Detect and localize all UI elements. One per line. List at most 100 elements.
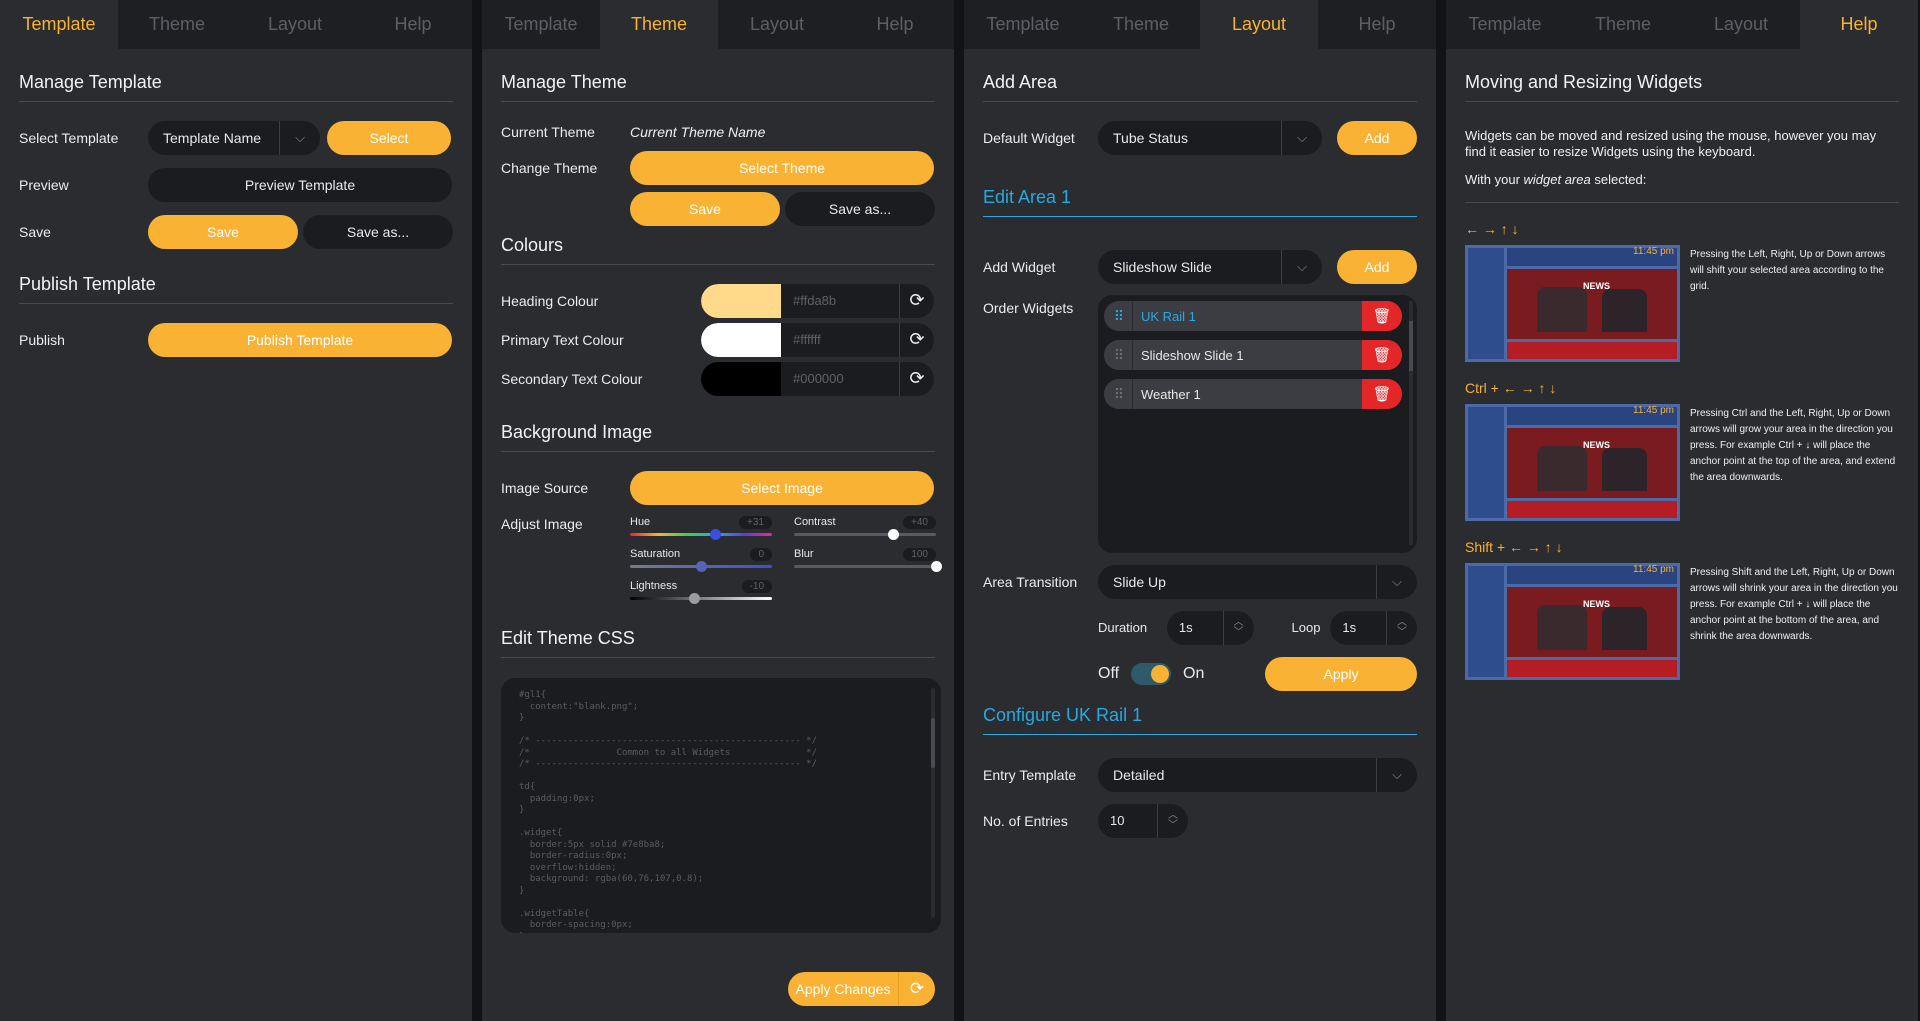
tab-layout[interactable]: Layout [718,0,836,49]
stepper-arrows-icon[interactable]: ︿ ﹀ [1157,803,1188,838]
slider-knob[interactable] [688,593,700,604]
tab-bar: Template Theme Layout Help [1446,0,1918,49]
save-button[interactable]: Save [148,214,298,249]
theme-save-button[interactable]: Save [630,191,780,226]
tab-template[interactable]: Template [0,0,118,49]
primary-text-colour-picker[interactable]: #ffffff ⟳ [701,322,934,357]
add-widget-button[interactable]: Add [1337,249,1417,284]
apply-button[interactable]: Apply [1265,656,1417,691]
template-panel: Template Theme Layout Help Manage Templa… [0,0,472,1021]
screenshot-image: 11:45 pm NEWS [1465,404,1680,521]
save-as-button[interactable]: Save as... [303,214,453,249]
css-editor[interactable]: #gl1{ content:"blank.png"; } /* --------… [501,678,941,933]
tab-theme[interactable]: Theme [600,0,718,49]
tab-theme[interactable]: Theme [118,0,236,49]
tab-help[interactable]: Help [1800,0,1918,49]
template-dropdown[interactable]: Template Name ⌵ [148,120,320,155]
tab-theme[interactable]: Theme [1082,0,1200,49]
hue-slider[interactable]: Hue +31 [630,516,772,544]
loop-stepper[interactable]: 1s ︿ ﹀ [1330,610,1417,645]
add-area-button[interactable]: Add [1337,120,1417,155]
area-transition-dropdown[interactable]: Slide Up ⌵ [1098,564,1417,599]
tab-layout[interactable]: Layout [1200,0,1318,49]
slider-label: Hue [630,516,651,528]
colour-hex[interactable]: #ffda8b [781,284,899,318]
tab-help[interactable]: Help [354,0,472,49]
list-item[interactable]: ⠿ Weather 1 🗑 [1104,379,1402,409]
tab-template[interactable]: Template [964,0,1082,49]
theme-panel: Template Theme Layout Help Manage Theme … [482,0,954,1021]
help-item: 11:45 pm NEWS Pressing the Left, Right, U… [1465,245,1899,362]
scrollbar[interactable] [931,688,935,918]
tab-template[interactable]: Template [1446,0,1564,49]
list-item[interactable]: ⠿ UK Rail 1 🗑 [1104,301,1402,331]
select-image-button[interactable]: Select Image [630,470,934,505]
tab-template[interactable]: Template [482,0,600,49]
theme-save-as-button[interactable]: Save as... [785,191,935,226]
stepper-arrows-icon[interactable]: ︿ ﹀ [1386,610,1417,645]
apply-changes-button[interactable]: Apply Changes [788,972,898,1006]
css-code[interactable]: #gl1{ content:"blank.png"; } /* --------… [519,690,817,933]
colour-swatch[interactable] [701,283,781,318]
tab-layout[interactable]: Layout [236,0,354,49]
heading-colour-picker[interactable]: #ffda8b ⟳ [701,283,934,318]
edit-theme-css-title: Edit Theme CSS [501,628,935,658]
order-widgets-label: Order Widgets [983,300,1074,316]
loop-toggle[interactable] [1131,662,1172,685]
duration-stepper[interactable]: 1s ︿ ﹀ [1166,610,1254,645]
lightness-slider[interactable]: Lightness -10 [630,580,772,608]
blur-slider[interactable]: Blur 100 [794,548,942,576]
reset-icon[interactable]: ⟳ [899,322,934,357]
slider-knob[interactable] [888,529,900,540]
key-combo: Ctrl + ← → ↑ ↓ [1465,380,1557,396]
secondary-text-colour-picker[interactable]: #000000 ⟳ [701,361,934,396]
drag-handle-icon[interactable]: ⠿ [1104,308,1132,325]
select-theme-button[interactable]: Select Theme [630,150,934,185]
trash-icon[interactable]: 🗑 [1362,340,1402,370]
entries-stepper[interactable]: 10 ︿ ﹀ [1098,803,1188,838]
stepper-value[interactable]: 10 [1110,813,1124,828]
trash-icon[interactable]: 🗑 [1362,379,1402,409]
trash-icon[interactable]: 🗑 [1362,301,1402,331]
colours-title: Colours [501,235,935,265]
widget-name[interactable]: UK Rail 1 [1132,301,1362,331]
news-logo: NEWS [1583,440,1610,450]
preview-template-button[interactable]: Preview Template [148,167,452,202]
list-item[interactable]: ⠿ Slideshow Slide 1 🗑 [1104,340,1402,370]
chevron-down-icon: ⌵ [1376,757,1417,792]
slider-knob[interactable] [931,561,942,572]
entry-template-dropdown[interactable]: Detailed ⌵ [1098,757,1417,792]
tab-bar: Template Theme Layout Help [964,0,1436,49]
colour-hex[interactable]: #ffffff [781,323,899,357]
slider-knob[interactable] [710,529,722,540]
saturation-slider[interactable]: Saturation 0 [630,548,772,576]
select-button[interactable]: Select [327,120,451,155]
reset-icon[interactable]: ⟳ [899,283,934,318]
stepper-value[interactable]: 1s [1342,620,1356,635]
drag-handle-icon[interactable]: ⠿ [1104,386,1132,403]
widget-name[interactable]: Weather 1 [1132,379,1362,409]
reset-icon[interactable]: ⟳ [898,972,935,1006]
scrollbar[interactable] [1409,301,1413,545]
widget-name[interactable]: Slideshow Slide 1 [1132,340,1362,370]
add-widget-dropdown[interactable]: Slideshow Slide ⌵ [1098,249,1322,284]
colour-swatch[interactable] [701,361,781,396]
tab-layout[interactable]: Layout [1682,0,1800,49]
help-with: With your widget area selected: [1465,172,1647,187]
slider-knob[interactable] [696,561,707,572]
help-intro: Widgets can be moved and resized using t… [1465,128,1877,159]
reset-icon[interactable]: ⟳ [899,361,934,396]
add-area-title: Add Area [983,72,1417,102]
stepper-arrows-icon[interactable]: ︿ ﹀ [1222,610,1254,645]
default-widget-dropdown[interactable]: Tube Status ⌵ [1098,120,1322,155]
tab-theme[interactable]: Theme [1564,0,1682,49]
tab-help[interactable]: Help [1318,0,1436,49]
colour-hex[interactable]: #000000 [781,362,899,396]
stepper-value[interactable]: 1s [1179,620,1193,635]
tab-help[interactable]: Help [836,0,954,49]
publish-template-button[interactable]: Publish Template [148,322,452,357]
contrast-slider[interactable]: Contrast +40 [794,516,936,544]
colour-swatch[interactable] [701,322,781,357]
drag-handle-icon[interactable]: ⠿ [1104,347,1132,364]
slider-value: 0 [750,548,772,561]
